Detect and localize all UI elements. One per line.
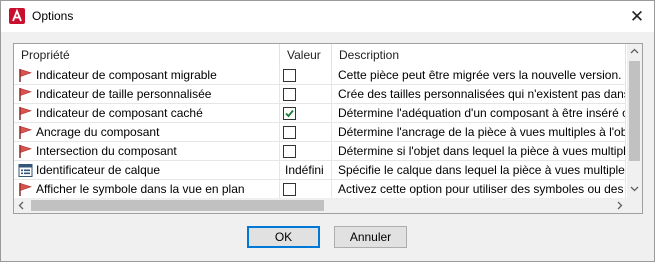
layer-list-icon (18, 164, 33, 177)
value-checkbox[interactable] (283, 126, 296, 139)
red-flag-icon (19, 183, 32, 196)
property-grid: Propriété Valeur Description Indicateur … (13, 43, 643, 214)
column-header-property[interactable]: Propriété (14, 44, 280, 66)
close-icon: ✕ (629, 7, 645, 26)
scroll-down-icon[interactable] (627, 181, 642, 196)
property-label: Indicateur de composant migrable (36, 68, 217, 82)
property-label: Identificateur de calque (36, 163, 161, 177)
title-bar: Options ✕ (1, 1, 654, 32)
description-cell: Activez cette option pour utiliser des s… (332, 180, 626, 199)
scroll-up-icon[interactable] (627, 44, 642, 59)
description-cell: Cette pièce peut être migrée vers la nou… (332, 66, 626, 85)
scroll-right-icon[interactable] (612, 198, 627, 213)
value-checkbox[interactable] (283, 69, 296, 82)
property-cell[interactable]: Identificateur de calque (14, 161, 280, 180)
vertical-scroll-thumb[interactable] (629, 61, 640, 161)
options-dialog: Options ✕ Propriété Valeur Description I… (0, 0, 655, 262)
property-label: Intersection du composant (36, 144, 177, 158)
property-label: Indicateur de composant caché (36, 106, 203, 120)
horizontal-scrollbar[interactable] (14, 198, 627, 213)
red-flag-icon (19, 145, 32, 158)
description-cell: Détermine si l'objet dans lequel la pièc… (332, 142, 626, 161)
scroll-left-icon[interactable] (14, 198, 29, 213)
table-row[interactable]: Indicateur de taille personnalisée Crée d… (14, 85, 626, 104)
autocad-logo-icon (9, 8, 25, 24)
grid-header: Propriété Valeur Description (14, 44, 642, 66)
value-checkbox[interactable] (283, 88, 296, 101)
close-button[interactable]: ✕ (620, 1, 654, 32)
red-flag-icon (19, 69, 32, 82)
column-header-description[interactable]: Description (332, 44, 626, 66)
property-label: Afficher le symbole dans la vue en plan (36, 182, 245, 196)
value-cell[interactable] (280, 123, 332, 142)
scrollbar-corner (627, 198, 642, 213)
description-cell: Spécifie le calque dans lequel la pièce … (332, 161, 626, 180)
description-cell: Crée des tailles personnalisées qui n'ex… (332, 85, 626, 104)
checkmark-icon (285, 109, 294, 118)
table-row[interactable]: Indicateur de composant caché Détermine l… (14, 104, 626, 123)
table-row[interactable]: Identificateur de calque Indéfini Spécifie… (14, 161, 626, 180)
property-cell[interactable]: Indicateur de composant caché (14, 104, 280, 123)
value-text: Indéfini (285, 163, 324, 177)
property-label: Indicateur de taille personnalisée (36, 87, 212, 101)
column-header-value[interactable]: Valeur (280, 44, 332, 66)
red-flag-icon (19, 126, 32, 139)
property-label: Ancrage du composant (36, 125, 160, 139)
property-cell[interactable]: Indicateur de composant migrable (14, 66, 280, 85)
property-cell[interactable]: Indicateur de taille personnalisée (14, 85, 280, 104)
horizontal-scroll-thumb[interactable] (31, 200, 324, 211)
table-row[interactable]: Intersection du composant Détermine si l'… (14, 142, 626, 161)
property-cell[interactable]: Afficher le symbole dans la vue en plan (14, 180, 280, 199)
cancel-button[interactable]: Annuler (334, 226, 407, 248)
table-row[interactable]: Indicateur de composant migrable Cette pi… (14, 66, 626, 85)
value-cell[interactable] (280, 85, 332, 104)
value-cell[interactable] (280, 180, 332, 199)
value-checkbox[interactable] (283, 145, 296, 158)
value-cell[interactable] (280, 142, 332, 161)
description-cell: Détermine l'ancrage de la pièce à vues m… (332, 123, 626, 142)
description-cell: Détermine l'adéquation d'un composant à … (332, 104, 626, 123)
ok-button[interactable]: OK (247, 226, 320, 248)
red-flag-icon (19, 107, 32, 120)
value-cell[interactable] (280, 104, 332, 123)
table-row[interactable]: Ancrage du composant Détermine l'ancrage … (14, 123, 626, 142)
value-cell[interactable]: Indéfini (280, 161, 332, 180)
property-cell[interactable]: Intersection du composant (14, 142, 280, 161)
property-cell[interactable]: Ancrage du composant (14, 123, 280, 142)
value-cell[interactable] (280, 66, 332, 85)
table-row[interactable]: Afficher le symbole dans la vue en plan A… (14, 180, 626, 199)
red-flag-icon (19, 88, 32, 101)
vertical-scrollbar[interactable] (627, 44, 642, 213)
value-checkbox[interactable] (283, 183, 296, 196)
value-checkbox[interactable] (283, 107, 296, 120)
window-title: Options (32, 9, 74, 23)
